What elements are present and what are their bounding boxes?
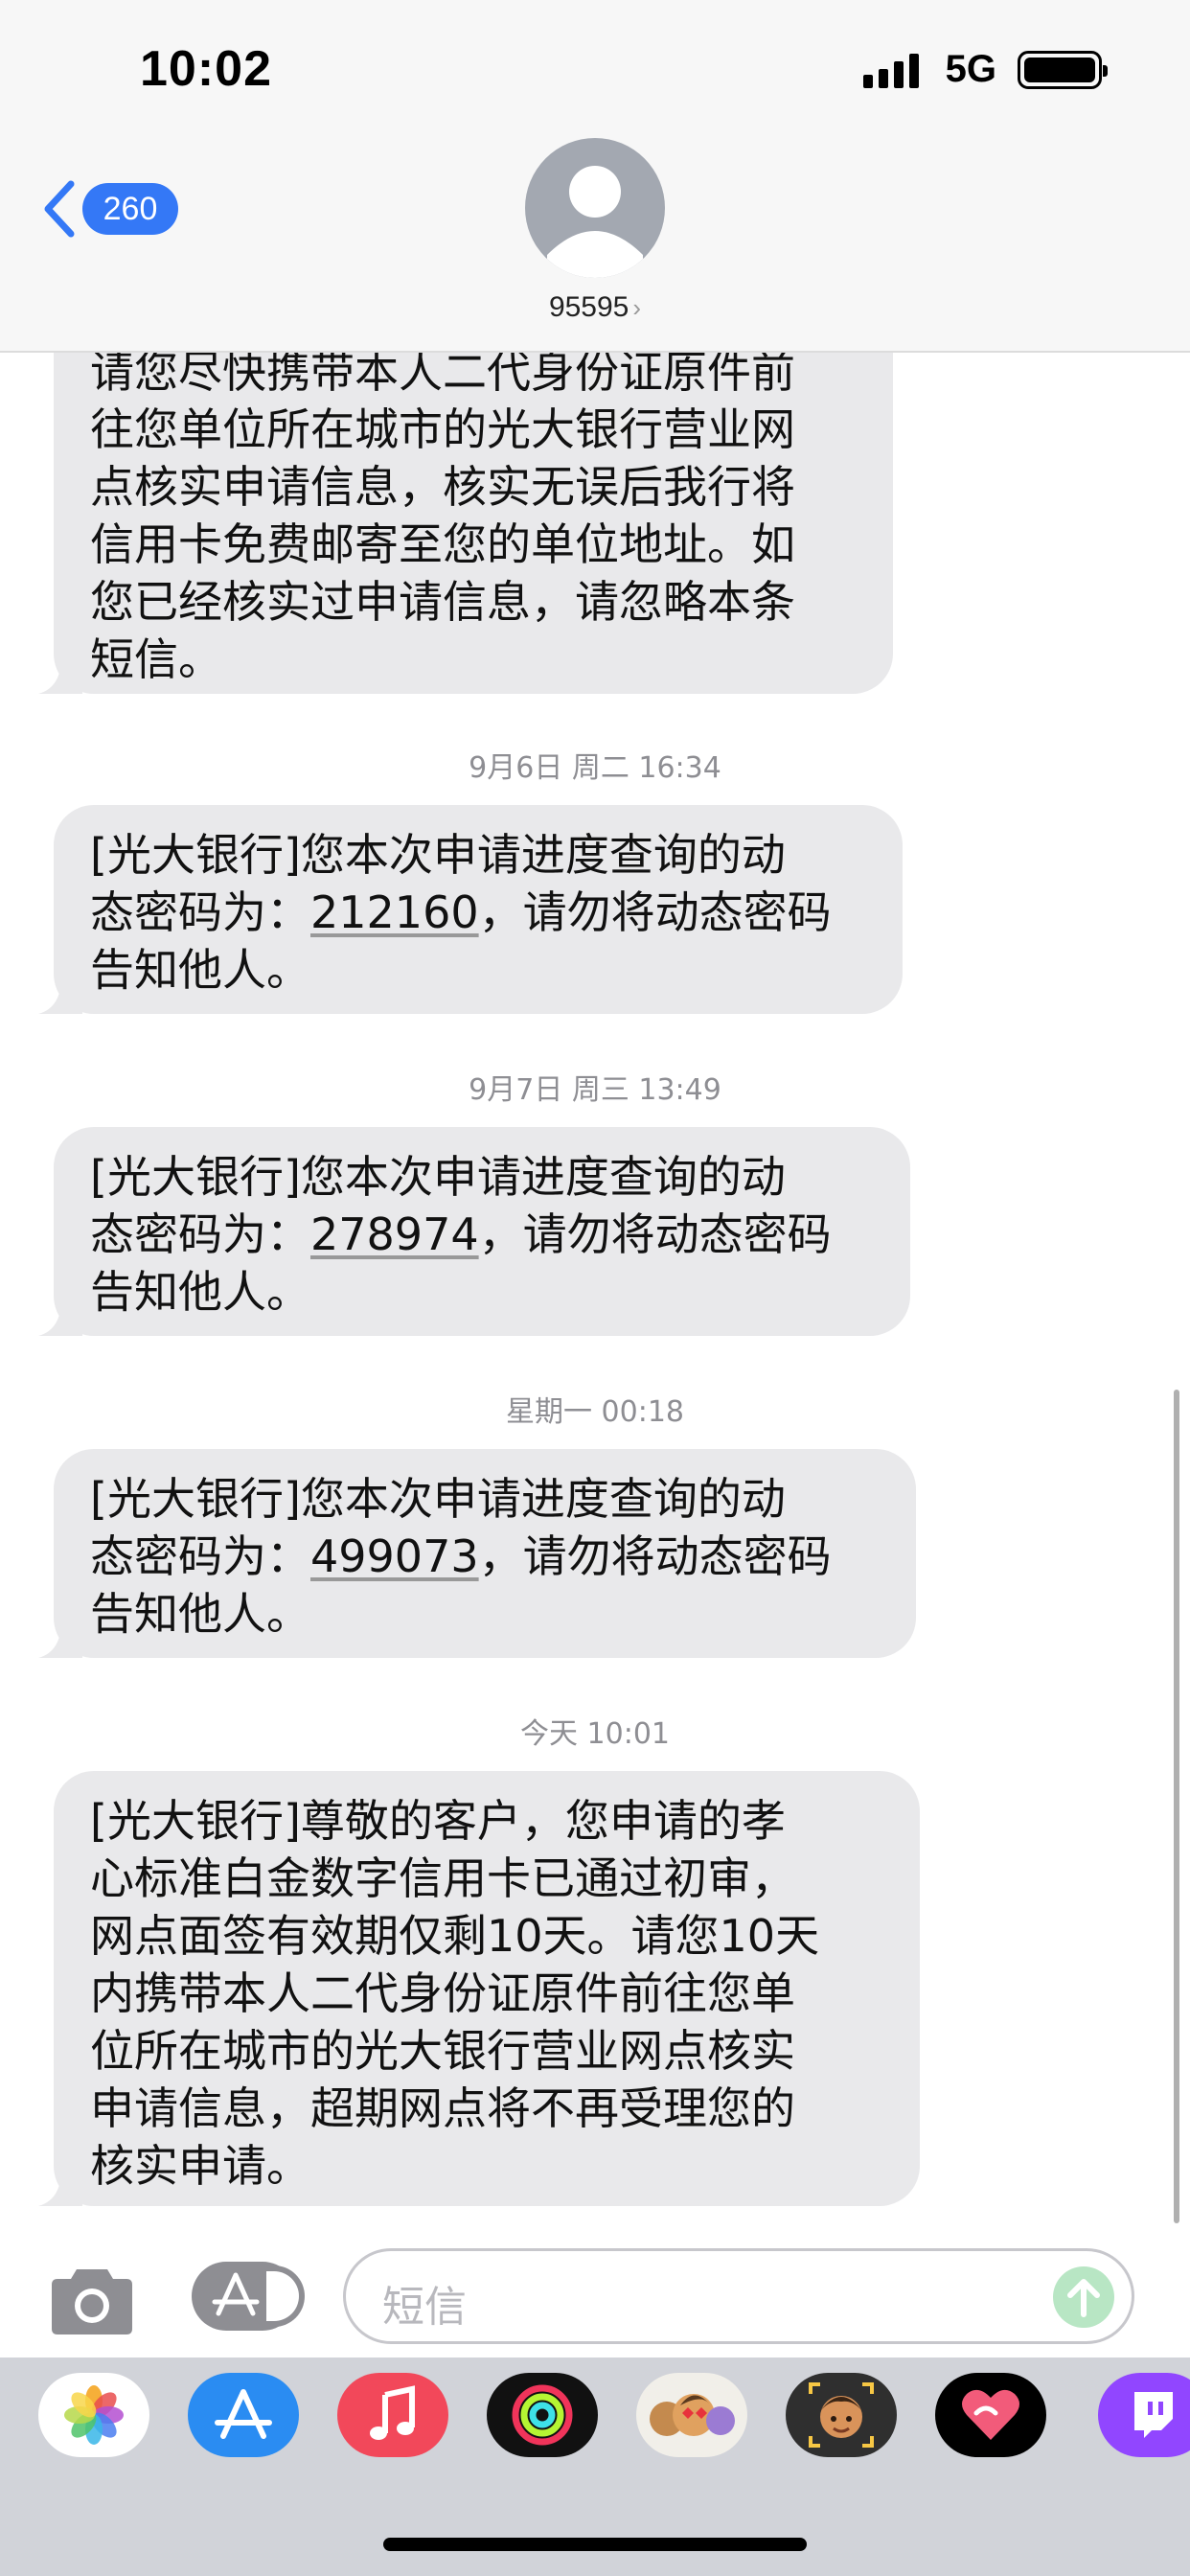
bubble-tail: [38, 661, 82, 694]
memoji-icon: [809, 2382, 874, 2448]
message-line: 告知他人。: [90, 944, 310, 996]
chevron-left-icon: [44, 180, 75, 238]
status-indicators: 5G: [862, 48, 1108, 91]
verification-code-link[interactable]: 499073: [310, 1530, 479, 1582]
app-store-button[interactable]: [192, 2262, 305, 2331]
activity-icon: [512, 2384, 573, 2446]
memoji-stickers-app-button[interactable]: [636, 2373, 747, 2457]
message-line: 点核实申请信息，核实无误后我行将: [90, 461, 795, 513]
verification-code-link[interactable]: 212160: [310, 886, 479, 938]
send-button[interactable]: [1053, 2266, 1114, 2328]
digital-touch-icon: [962, 2389, 1019, 2440]
message-line: 告知他人。: [90, 1588, 310, 1640]
message-line: 态密码为：278974，请勿将动态密码: [90, 1208, 832, 1260]
input-placeholder: 短信: [382, 2283, 467, 2332]
message-timestamp: 今天 10:01: [520, 1717, 670, 1751]
twitch-icon: [1134, 2392, 1173, 2438]
message-line: 往您单位所在城市的光大银行营业网: [90, 403, 795, 455]
app-store-app-button[interactable]: [188, 2373, 299, 2457]
message-bubble[interactable]: [光大银行]您本次申请进度查询的动 态密码为：212160，请勿将动态密码 告知…: [38, 805, 903, 1014]
digital-touch-app-button[interactable]: [935, 2373, 1046, 2457]
bubble-tail: [38, 2174, 82, 2206]
message-bubble[interactable]: [光大银行]尊敬的客户，您申请的孝 心标准白金数字信用卡已通过初审， 网点面签有…: [38, 1771, 920, 2206]
bubble-tail: [38, 1303, 82, 1336]
status-time: 10:02: [140, 41, 272, 97]
photos-icon: [64, 2385, 124, 2445]
person-icon: [547, 166, 643, 278]
message-line: 态密码为：499073，请勿将动态密码: [90, 1530, 832, 1582]
message-bubble[interactable]: [光大银行]您本次申请进度查询的动 态密码为：499073，请勿将动态密码 告知…: [38, 1449, 916, 1658]
bubble-tail: [38, 1625, 82, 1658]
conversation-header: 10:02 5G 260 95595 ›: [0, 0, 1190, 353]
message-line: 信用卡免费邮寄至您的单位地址。如: [90, 518, 795, 570]
verification-code-link[interactable]: 278974: [310, 1208, 479, 1260]
message-bubble[interactable]: [光大银行]您本次申请进度查询的动 态密码为：278974，请勿将动态密码 告知…: [38, 1127, 910, 1336]
message-line: 告知他人。: [90, 1266, 310, 1318]
activity-app-button[interactable]: [487, 2373, 598, 2457]
message-line: [光大银行]尊敬的客户，您申请的孝: [90, 1795, 786, 1847]
signal-icon: [862, 52, 925, 88]
message-line: 核实申请。: [90, 2140, 310, 2192]
music-icon: [370, 2385, 415, 2440]
message-input[interactable]: 短信: [343, 2248, 1134, 2344]
bubble-tail: [38, 981, 82, 1014]
message-line: 短信。: [90, 633, 222, 685]
home-indicator[interactable]: [383, 2538, 807, 2551]
chevron-right-icon: ›: [632, 293, 642, 322]
message-line: 您已经核实过申请信息，请忽略本条: [90, 576, 795, 628]
message-line: 心标准白金数字信用卡已通过初审，: [90, 1852, 795, 1904]
app-store-icon: [215, 2389, 272, 2439]
scrollbar[interactable]: [1174, 1390, 1179, 2223]
unread-count-badge: 260: [82, 183, 178, 235]
photos-app-button[interactable]: [38, 2373, 149, 2457]
message-timestamp: 星期一 00:18: [506, 1395, 684, 1429]
contact-avatar[interactable]: [525, 138, 665, 278]
twitch-app-button[interactable]: [1098, 2373, 1190, 2457]
message-line: 网点面签有效期仅剩10天。请您10天: [90, 1910, 820, 1962]
network-type: 5G: [945, 48, 996, 90]
message-line: 态密码为：212160，请勿将动态密码: [90, 886, 832, 938]
camera-icon[interactable]: [50, 2260, 134, 2336]
message-timestamp: 9月7日 周三 13:49: [469, 1073, 721, 1107]
music-app-button[interactable]: [337, 2373, 448, 2457]
message-line: 内携带本人二代身份证原件前往您单: [90, 1967, 795, 2019]
battery-icon: [1018, 50, 1108, 89]
app-store-icon: [212, 2272, 260, 2316]
message-line: [光大银行]您本次申请进度查询的动: [90, 1473, 786, 1525]
message-line: [光大银行]您本次申请进度查询的动: [90, 1151, 786, 1203]
message-timestamp: 9月6日 周二 16:34: [469, 751, 721, 785]
memoji-stickers-icon: [650, 2394, 735, 2436]
arrow-up-icon: [1067, 2279, 1100, 2317]
back-button[interactable]: 260: [42, 180, 178, 238]
memoji-app-button[interactable]: [786, 2373, 897, 2457]
contact-name[interactable]: 95595 ›: [0, 291, 1190, 324]
message-line: [光大银行]您本次申请进度查询的动: [90, 829, 786, 881]
message-line: 位所在城市的光大银行营业网点核实: [90, 2025, 795, 2077]
message-line: 申请信息，超期网点将不再受理您的: [90, 2082, 795, 2134]
